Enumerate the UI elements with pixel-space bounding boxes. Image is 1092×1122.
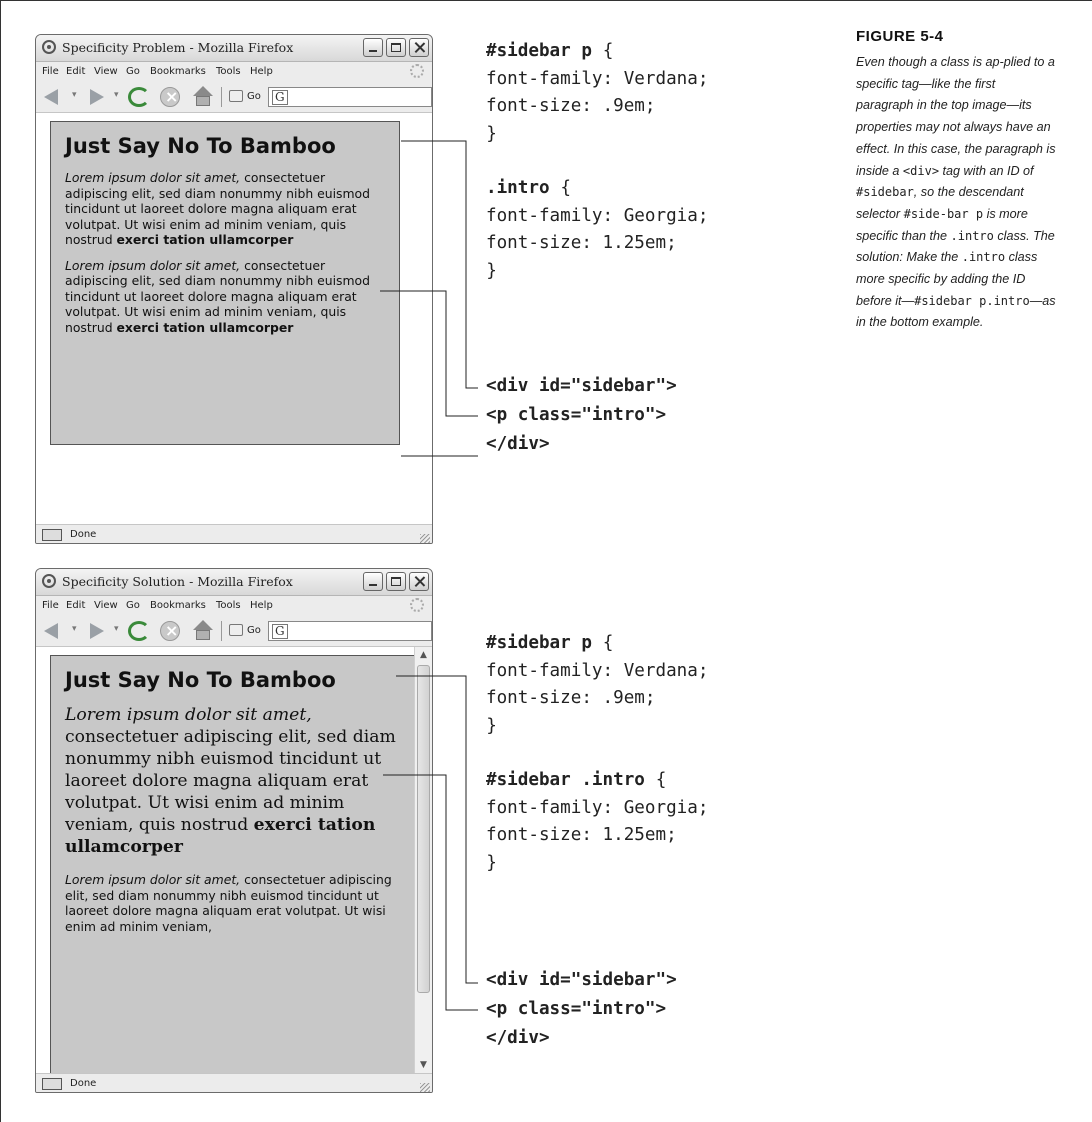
figure-label: FIGURE 5-4 (856, 28, 944, 45)
caption-code-term: #sidebar p.intro (914, 293, 1030, 308)
figure-caption: Even though a class is ap-plied to a spe… (856, 52, 1056, 334)
caption-code-term: #side-bar p (903, 206, 984, 221)
caption-code-term: <div> (902, 163, 940, 178)
connector-p-top (380, 290, 478, 417)
connector-div-top (401, 140, 478, 389)
caption-code-term: #sidebar (856, 185, 914, 200)
caption-text: Even though a class is ap-plied to a spe… (856, 55, 1056, 178)
caption-code-term: .intro (950, 228, 994, 243)
connector-div-bottom (396, 675, 478, 984)
caption-text: tag with an ID of (939, 163, 1034, 178)
connector-p-bottom (383, 774, 478, 1011)
caption-code-term: .intro (961, 250, 1006, 265)
